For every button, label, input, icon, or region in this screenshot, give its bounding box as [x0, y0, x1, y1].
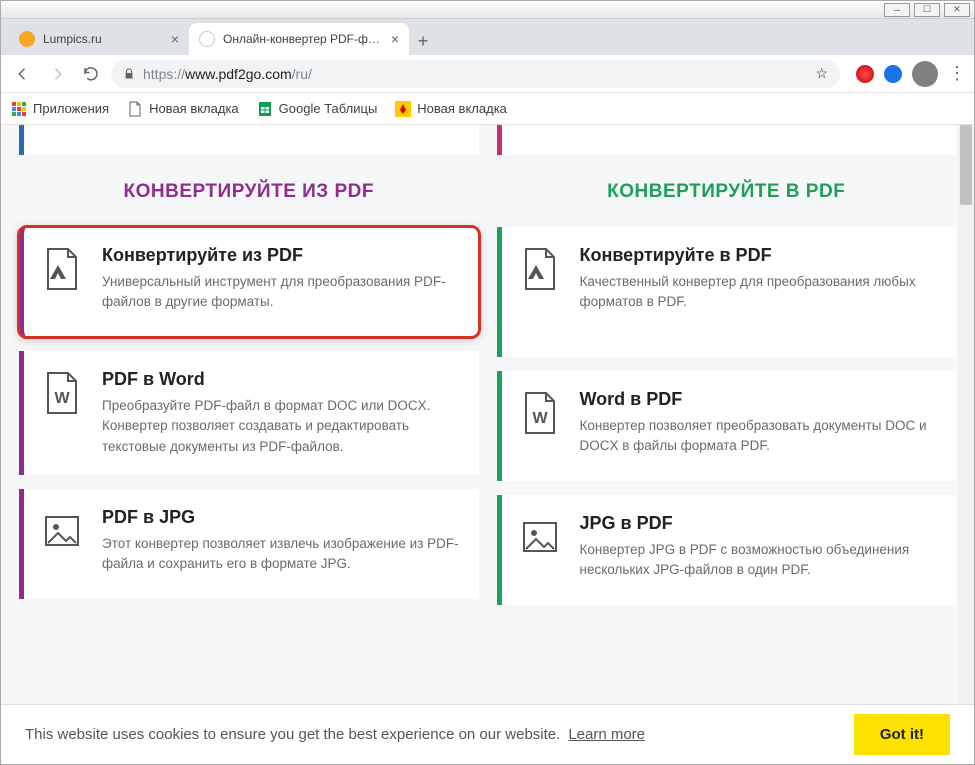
arrow-left-icon: [14, 65, 32, 83]
forward-button[interactable]: [43, 60, 71, 88]
reload-icon: [82, 65, 100, 83]
card-pdf-to-jpg[interactable]: PDF в JPG Этот конвертер позволяет извле…: [19, 489, 479, 599]
card-desc: Качественный конвертер для преобразовани…: [580, 272, 939, 313]
address-bar[interactable]: https://www.pdf2go.com/ru/ ☆: [111, 60, 840, 88]
column-to-pdf: Конвертируйте в PDF Качественный конверт…: [497, 227, 957, 605]
cookie-banner: This website uses cookies to ensure you …: [1, 704, 974, 764]
card-title: Конвертируйте в PDF: [580, 245, 939, 266]
tab-strip: Lumpics.ru × Онлайн-конвертер PDF-файлов…: [1, 19, 974, 55]
card-columns: Конвертируйте из PDF Универсальный инстр…: [19, 227, 956, 605]
extension-globe-icon[interactable]: [884, 65, 902, 83]
vertical-scrollbar[interactable]: [958, 125, 974, 764]
card-title: PDF в JPG: [102, 507, 461, 528]
window-maximize-button[interactable]: ☐: [914, 3, 940, 17]
window-minimize-button[interactable]: ─: [884, 3, 910, 17]
heading-from-pdf: КОНВЕРТИРУЙТЕ ИЗ PDF: [19, 175, 479, 209]
card-convert-from-pdf[interactable]: Конвертируйте из PDF Универсальный инстр…: [19, 227, 479, 337]
card-sliver[interactable]: [497, 125, 957, 155]
card-title: JPG в PDF: [580, 513, 939, 534]
cookie-text: This website uses cookies to ensure you …: [25, 726, 560, 743]
url-text: https://www.pdf2go.com/ru/: [143, 66, 312, 82]
bookmark-newtab2[interactable]: Новая вкладка: [395, 101, 507, 117]
lock-icon: [123, 68, 135, 80]
card-desc: Этот конвертер позволяет извлечь изображ…: [102, 534, 461, 575]
card-desc: Конвертер JPG в PDF с возможностью объед…: [580, 540, 939, 581]
section-headings: КОНВЕРТИРУЙТЕ ИЗ PDF КОНВЕРТИРУЙТЕ В PDF: [19, 175, 956, 209]
card-sliver[interactable]: [19, 125, 479, 155]
tab-pdf2go[interactable]: Онлайн-конвертер PDF-файлов ×: [189, 23, 409, 55]
sheets-icon: [257, 101, 273, 117]
word-file-icon: W: [38, 369, 86, 417]
bookmarks-bar: Приложения Новая вкладка Google Таблицы …: [1, 93, 974, 125]
yandex-icon: [395, 101, 411, 117]
card-desc: Преобразуйте PDF-файл в формат DOC или D…: [102, 396, 461, 457]
card-desc: Универсальный инструмент для преобразова…: [102, 272, 461, 313]
bookmark-newtab1[interactable]: Новая вкладка: [127, 101, 239, 117]
card-title: Конвертируйте из PDF: [102, 245, 461, 266]
tab-title: Онлайн-конвертер PDF-файлов: [223, 32, 383, 46]
column-from-pdf: Конвертируйте из PDF Универсальный инстр…: [19, 227, 479, 605]
tab-title: Lumpics.ru: [43, 32, 163, 46]
page-content: КОНВЕРТИРУЙТЕ ИЗ PDF КОНВЕРТИРУЙТЕ В PDF…: [1, 125, 974, 764]
prev-section-slivers: [19, 125, 956, 155]
image-file-icon: [516, 513, 564, 561]
bookmark-label: Google Таблицы: [279, 101, 378, 116]
card-title: PDF в Word: [102, 369, 461, 390]
card-pdf-to-word[interactable]: W PDF в Word Преобразуйте PDF-файл в фор…: [19, 351, 479, 475]
new-tab-button[interactable]: +: [409, 27, 437, 55]
card-title: Word в PDF: [580, 389, 939, 410]
cookie-learn-more-link[interactable]: Learn more: [568, 726, 645, 743]
cookie-accept-button[interactable]: Got it!: [854, 714, 950, 755]
tab-lumpics[interactable]: Lumpics.ru ×: [9, 23, 189, 55]
card-word-to-pdf[interactable]: W Word в PDF Конвертер позволяет преобра…: [497, 371, 957, 481]
pdf-file-icon: [38, 245, 86, 293]
apps-icon: [11, 101, 27, 117]
word-file-icon: W: [516, 389, 564, 437]
bookmark-label: Новая вкладка: [149, 101, 239, 116]
pdf-file-icon: [516, 245, 564, 293]
card-jpg-to-pdf[interactable]: JPG в PDF Конвертер JPG в PDF с возможно…: [497, 495, 957, 605]
scrollbar-thumb[interactable]: [960, 125, 972, 205]
favicon-icon: [199, 31, 215, 47]
card-convert-to-pdf[interactable]: Конвертируйте в PDF Качественный конверт…: [497, 227, 957, 357]
close-icon[interactable]: ×: [171, 31, 179, 47]
svg-text:W: W: [532, 410, 548, 427]
toolbar-right: ⋮: [856, 61, 966, 87]
bookmark-star-icon[interactable]: ☆: [815, 65, 828, 82]
card-desc: Конвертер позволяет преобразовать докуме…: [580, 416, 939, 457]
toolbar: https://www.pdf2go.com/ru/ ☆ ⋮: [1, 55, 974, 93]
bookmark-label: Приложения: [33, 101, 109, 116]
browser-window: ─ ☐ ✕ Lumpics.ru × Онлайн-конвертер PDF-…: [0, 0, 975, 765]
reload-button[interactable]: [77, 60, 105, 88]
svg-text:W: W: [54, 390, 70, 407]
favicon-icon: [19, 31, 35, 47]
image-file-icon: [38, 507, 86, 555]
window-close-button[interactable]: ✕: [944, 3, 970, 17]
arrow-right-icon: [48, 65, 66, 83]
bookmark-label: Новая вкладка: [417, 101, 507, 116]
window-titlebar: ─ ☐ ✕: [1, 1, 974, 19]
bookmark-apps[interactable]: Приложения: [11, 101, 109, 117]
extension-opera-icon[interactable]: [856, 65, 874, 83]
page-icon: [127, 101, 143, 117]
heading-to-pdf: КОНВЕРТИРУЙТЕ В PDF: [497, 175, 957, 209]
back-button[interactable]: [9, 60, 37, 88]
profile-avatar[interactable]: [912, 61, 938, 87]
close-icon[interactable]: ×: [391, 31, 399, 47]
browser-menu-button[interactable]: ⋮: [948, 63, 966, 84]
bookmark-sheets[interactable]: Google Таблицы: [257, 101, 378, 117]
